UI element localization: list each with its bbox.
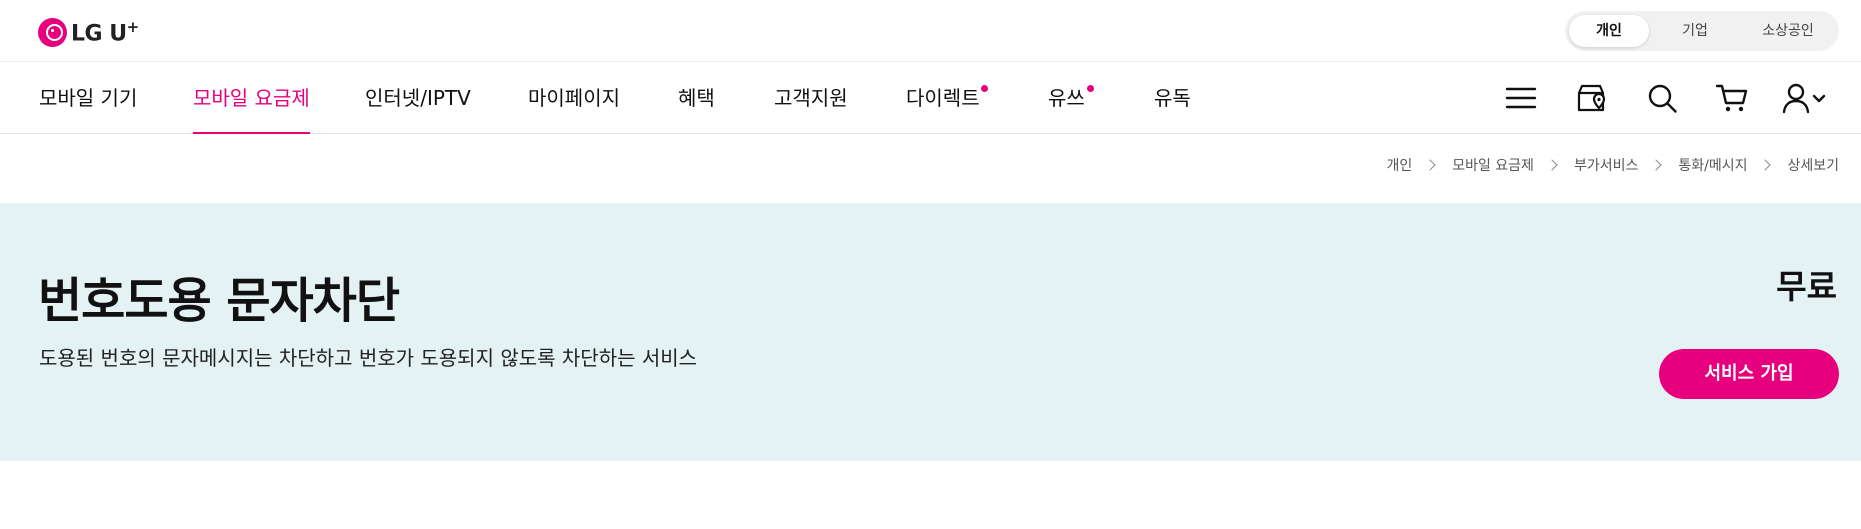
top-bar: LG U+ 개인 기업 소상공인 — [0, 0, 1861, 62]
lg-uplus-logo[interactable]: LG U+ — [38, 16, 139, 48]
nav-youth[interactable]: 유쓰 — [1048, 63, 1085, 134]
segment-personal[interactable]: 개인 — [1569, 15, 1649, 47]
lg-logo-icon — [38, 17, 67, 47]
nav-mobile-devices[interactable]: 모바일 기기 — [39, 63, 137, 134]
cart-icon[interactable] — [1715, 81, 1749, 115]
page-title: 번호도용 문자차단 — [38, 273, 400, 329]
nav-mobile-plans[interactable]: 모바일 요금제 — [193, 63, 310, 134]
nav-customer-support[interactable]: 고객지원 — [774, 63, 848, 134]
nav-mypage[interactable]: 마이페이지 — [528, 63, 620, 134]
main-nav: 모바일 기기 모바일 요금제 인터넷/IPTV 마이페이지 혜택 고객지원 다이… — [0, 63, 1861, 134]
service-description: 도용된 번호의 문자메시지는 차단하고 번호가 도용되지 않도록 차단하는 서비… — [39, 346, 698, 370]
customer-type-switch: 개인 기업 소상공인 — [1565, 11, 1839, 51]
user-menu-icon[interactable] — [1782, 81, 1826, 115]
segment-business[interactable]: 기업 — [1655, 15, 1735, 47]
new-dot-direct — [981, 85, 988, 92]
nav-direct[interactable]: 다이렉트 — [906, 63, 980, 134]
service-join-button[interactable]: 서비스 가입 — [1659, 349, 1839, 399]
breadcrumb-item-personal[interactable]: 개인 — [1386, 155, 1412, 175]
new-dot-youth — [1087, 85, 1094, 92]
nav-internet-iptv[interactable]: 인터넷/IPTV — [365, 63, 471, 134]
menu-icon[interactable] — [1504, 81, 1538, 115]
logo-text: LG U+ — [71, 17, 139, 47]
chevron-right-icon — [1546, 159, 1558, 171]
search-icon[interactable] — [1645, 81, 1679, 115]
breadcrumb-item-mobile-plans[interactable]: 모바일 요금제 — [1452, 155, 1534, 175]
segment-small-business[interactable]: 소상공인 — [1741, 15, 1835, 47]
chevron-right-icon — [1650, 159, 1663, 171]
breadcrumb-item-call-message[interactable]: 통화/메시지 — [1678, 155, 1747, 175]
breadcrumb: 개인 모바일 요금제 부가서비스 통화/메시지 상세보기 — [1386, 155, 1839, 175]
chevron-right-icon — [1759, 159, 1772, 171]
breadcrumb-item-detail: 상세보기 — [1787, 158, 1839, 174]
chevron-right-icon — [1424, 159, 1436, 171]
nav-benefits[interactable]: 혜택 — [678, 63, 715, 134]
service-price: 무료 — [1776, 267, 1837, 306]
store-location-icon[interactable] — [1574, 81, 1608, 115]
service-hero: 번호도용 문자차단 도용된 번호의 문자메시지는 차단하고 번호가 도용되지 않… — [0, 203, 1861, 461]
nav-udok[interactable]: 유독 — [1154, 63, 1191, 134]
breadcrumb-item-addon-services[interactable]: 부가서비스 — [1574, 155, 1638, 175]
